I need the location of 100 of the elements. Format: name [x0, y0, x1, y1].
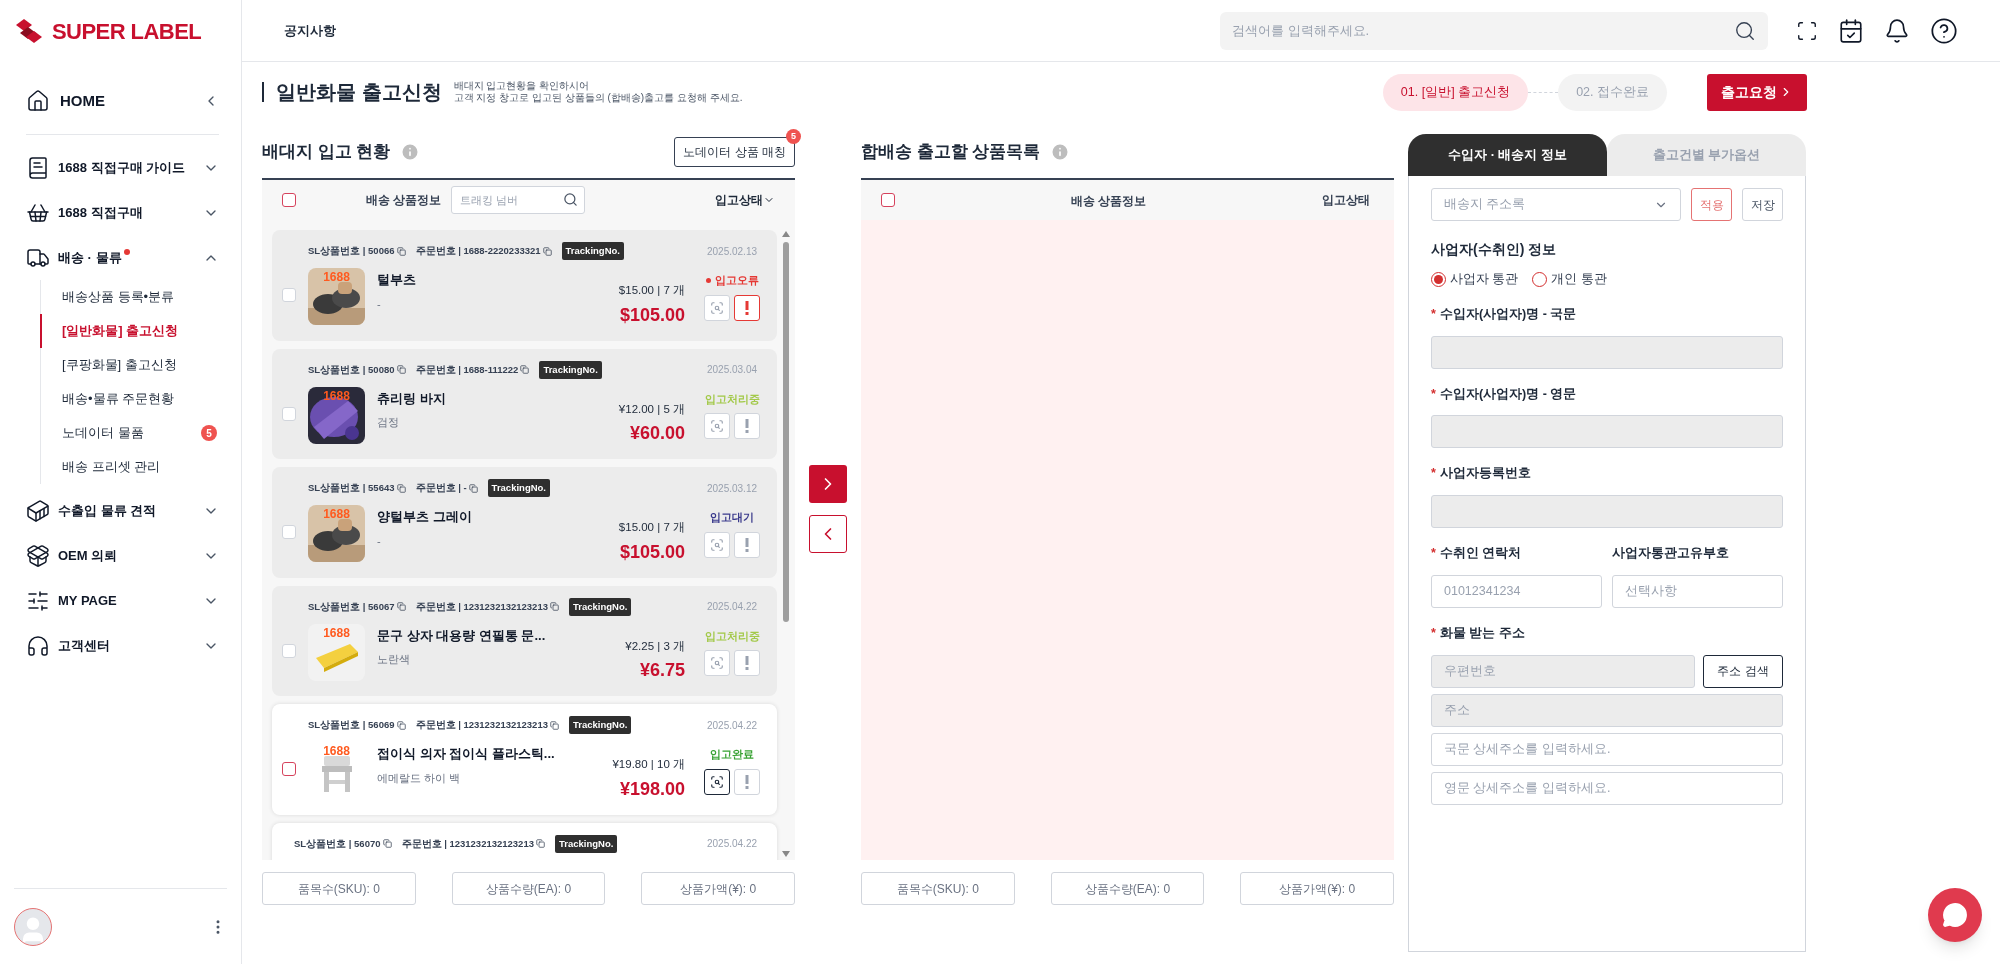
checkbox[interactable] — [282, 762, 296, 776]
chat-button[interactable] — [1928, 888, 1982, 942]
sidebar-subitem[interactable]: 배송 프리셋 관리 — [40, 450, 219, 484]
summary-field: 상품수량(EA): 0 — [451, 872, 606, 905]
sidebar-item[interactable]: OEM 의뢰 — [26, 533, 219, 578]
fullscreen-icon[interactable] — [1796, 19, 1818, 42]
source-label: 1688 — [322, 624, 351, 642]
submit-button[interactable]: 출고요청 — [1707, 73, 1807, 111]
sidebar-subitem[interactable]: 배송•물류 주문현황 — [40, 382, 219, 416]
sku-number: SL상품번호 | 56067 — [308, 599, 395, 614]
sku-number: SL상품번호 | 56069 — [308, 718, 395, 732]
unit-price: ¥12.00 | 5 개 — [618, 401, 685, 417]
sku-number: SL상품번호 | 50080 — [308, 362, 395, 377]
input-field[interactable]: 영문 상세주소를 입력하세요. — [1431, 771, 1783, 805]
column-header[interactable]: 입고상태 — [715, 191, 775, 209]
sidebar-item[interactable]: 고객센터 — [26, 623, 219, 668]
help-icon[interactable] — [1930, 16, 1958, 45]
notice-label[interactable]: 공지사항 — [284, 20, 336, 41]
total-price: ¥6.75 — [639, 659, 685, 682]
sidebar-subitem[interactable]: [쿠팡화물] 출고신청 — [40, 348, 219, 382]
date: 2025.04.22 — [705, 600, 759, 615]
panel-title: 배대지 입고 현황 — [262, 141, 391, 164]
input-field[interactable]: 01012341234 — [1431, 574, 1602, 608]
sidebar-subitem[interactable]: [일반화물] 출고신청 — [40, 314, 219, 348]
order-number: 주문번호 | 1231232132123213 — [415, 718, 548, 732]
address-search-button[interactable]: 주소 검색 — [1703, 654, 1783, 688]
sidebar-subitem[interactable]: 배송상품 등록•분류 — [40, 280, 219, 314]
copy-icon[interactable] — [550, 720, 559, 730]
move-left-button[interactable] — [809, 515, 847, 553]
column-header: 배송 상품정보 — [1070, 194, 1147, 208]
image-search-icon — [710, 419, 724, 434]
page-description: 고객 지정 창고로 입고된 상품들의 (합배송)출고를 요청해 주세요. — [453, 92, 743, 104]
summary-field: 상품가액(¥): 0 — [641, 872, 795, 905]
search-field[interactable]: 검색어를 입력해주세요. — [1220, 11, 1768, 50]
scroll-down-icon[interactable] — [781, 850, 791, 858]
date: 2025.02.13 — [705, 244, 759, 259]
calendar-icon[interactable] — [1838, 17, 1864, 44]
product-name: 접이식 의자 접이식 플라스틱... — [377, 745, 556, 764]
scroll-up-icon[interactable] — [781, 230, 791, 238]
sidebar-item[interactable]: 배송 · 물류 — [26, 235, 219, 280]
move-right-button[interactable] — [809, 465, 847, 503]
book-icon — [26, 155, 50, 180]
product-option: 검정 — [377, 414, 607, 431]
product-card[interactable]: SL상품번호 | 56069 주문번호 | 1231232132123213 TrackingNo. 2025.04.22 1688 접이식 의자 접이식 플라스틱... 에메랄드 하이 백 ¥19.80 | 10 개 ¥198.00 입고완료 — [272, 704, 777, 815]
sidebar-item[interactable]: MY PAGE — [26, 578, 219, 623]
source-label: 1688 — [322, 743, 351, 761]
sidebar-item[interactable]: HOME — [26, 78, 219, 124]
save-button[interactable]: 저장 — [1742, 188, 1783, 221]
date: 2025.04.22 — [705, 718, 759, 733]
status-label: 입고대기 — [710, 510, 754, 526]
radio-option[interactable]: 사업자 통관 — [1431, 270, 1519, 289]
image-search-button[interactable] — [704, 768, 730, 795]
source-label: 1688 — [322, 506, 351, 524]
image-search-icon — [710, 774, 724, 789]
product-option: - — [377, 295, 607, 313]
sidebar-item[interactable]: 수출입 물류 견적 — [26, 488, 219, 533]
total-price: $105.00 — [619, 303, 685, 327]
summary-field: 품목수(SKU): 0 — [262, 872, 416, 905]
user-avatar[interactable] — [14, 907, 52, 946]
sidebar-item[interactable]: 1688 직접구매 — [26, 190, 219, 235]
copy-icon[interactable] — [396, 720, 406, 730]
order-number: 주문번호 | 1231232132123213 — [401, 836, 534, 851]
input-field[interactable]: 선택사항 — [1612, 574, 1783, 608]
product-option: - — [377, 532, 607, 550]
copy-icon[interactable] — [536, 839, 545, 849]
input-field[interactable]: 국문 상세주소를 입력하세요. — [1431, 732, 1783, 766]
headphones-icon — [26, 633, 50, 658]
source-label: 1688 — [322, 387, 351, 405]
box-icon — [26, 543, 50, 568]
source-label: 1688 — [322, 269, 351, 287]
logo-text: SUPER LABEL — [52, 17, 202, 46]
exclamation-icon — [745, 774, 749, 789]
unit-price: ¥2.25 | 3 개 — [625, 638, 685, 654]
select-all-checkbox[interactable] — [282, 193, 296, 207]
sidebar-subitem[interactable]: 노데이터 물품 5 — [40, 416, 219, 450]
radio-option[interactable]: 개인 통관 — [1532, 270, 1607, 289]
info-icon[interactable] — [1050, 142, 1071, 162]
status-label: 입고오류 — [714, 273, 759, 289]
tab[interactable]: 수입자 · 배송지 정보 — [1408, 134, 1607, 176]
field-label: * 수입자(사업자)명 - 영문 — [1431, 385, 1578, 403]
tracking-tag[interactable]: TrackingNo. — [555, 834, 618, 853]
product-name: 양털부츠 그레이 — [377, 508, 473, 527]
image-search-icon — [710, 537, 724, 552]
panel-title: 합배송 출고할 상품목록 — [861, 141, 1041, 164]
summary-field: 상품수량(EA): 0 — [1050, 872, 1205, 905]
copy-icon[interactable] — [382, 839, 392, 849]
notification-icon[interactable] — [1884, 17, 1910, 44]
tracking-search-field[interactable]: 트래킹 넘버 — [451, 186, 585, 214]
product-card[interactable]: SL상품번호 | 56070 주문번호 | 1231232132123213 TrackingNo. 2025.04.22 — [272, 822, 777, 860]
product-option: 에메랄드 하이 백 — [377, 769, 601, 787]
unit-price: $15.00 | 7 개 — [618, 283, 685, 299]
total-price: ¥198.00 — [619, 777, 685, 801]
field-label: * 화물 받는 주소 — [1431, 624, 1526, 642]
total-price: ¥60.00 — [629, 422, 685, 445]
info-icon[interactable] — [400, 142, 421, 162]
field-label: * 수입자(사업자)명 - 국문 — [1431, 305, 1578, 323]
tracking-tag[interactable]: TrackingNo. — [569, 716, 632, 735]
select-all-checkbox[interactable] — [881, 193, 895, 207]
sidebar-item[interactable]: 1688 직접구매 가이드 — [26, 145, 219, 190]
chat-icon — [1942, 902, 1968, 928]
